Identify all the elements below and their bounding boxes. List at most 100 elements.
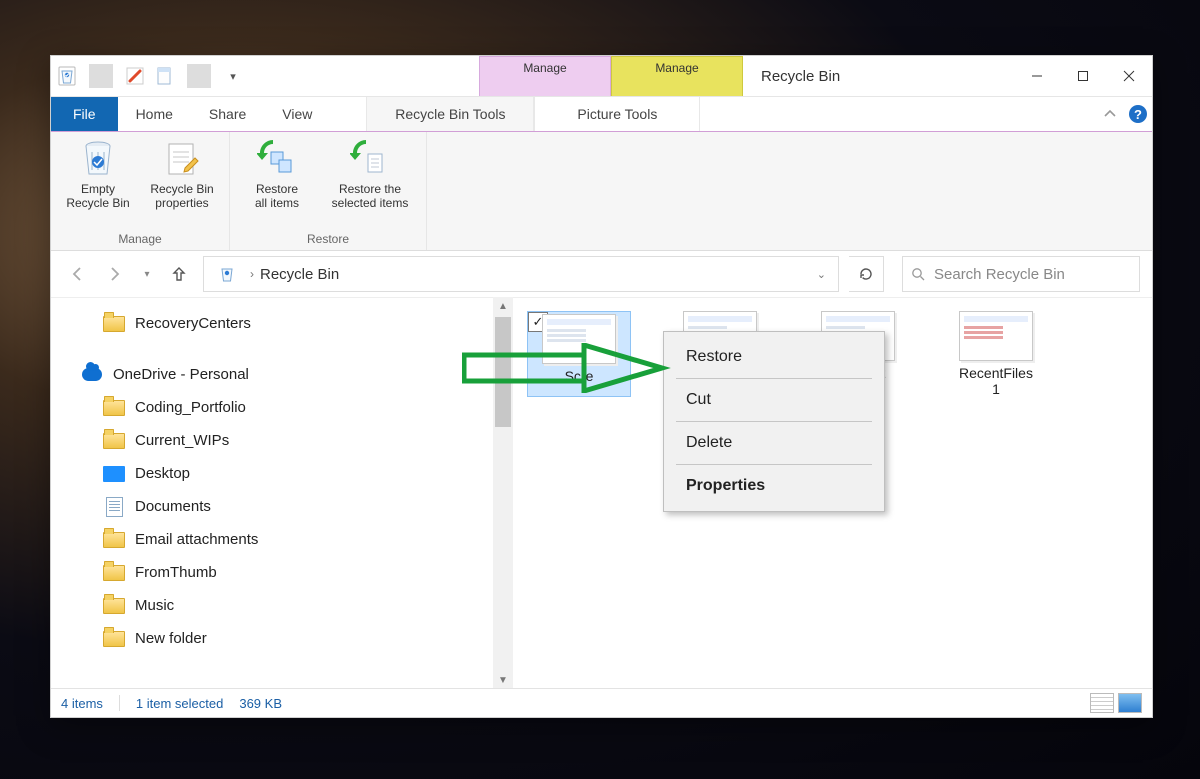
tree-item[interactable]: FromThumb bbox=[81, 556, 493, 589]
content-area: RecoveryCenters OneDrive - Personal Codi… bbox=[51, 297, 1152, 689]
button-label: Restoreall items bbox=[255, 182, 299, 210]
recycle-bin-icon bbox=[55, 64, 79, 88]
up-button[interactable] bbox=[165, 260, 193, 288]
file-item-selected[interactable]: ✓ Scre bbox=[527, 311, 631, 397]
tree-item[interactable]: Documents bbox=[81, 490, 493, 523]
search-icon bbox=[911, 267, 926, 282]
tab-share[interactable]: Share bbox=[191, 97, 264, 131]
qat-dropdown-icon[interactable]: ▾ bbox=[221, 64, 245, 88]
folder-icon bbox=[103, 430, 125, 452]
collapse-ribbon-icon[interactable] bbox=[1096, 97, 1124, 131]
menu-item-cut[interactable]: Cut bbox=[664, 381, 884, 419]
tree-item-label: Coding_Portfolio bbox=[135, 399, 246, 416]
restore-all-items-button[interactable]: Restoreall items bbox=[238, 136, 316, 230]
status-bar: 4 items 1 item selected 369 KB bbox=[51, 688, 1152, 717]
ribbon: EmptyRecycle Bin Recycle Binproperties M… bbox=[51, 132, 1152, 251]
tree-item-label: RecoveryCenters bbox=[135, 315, 251, 332]
tab-recycle-bin-tools[interactable]: Recycle Bin Tools bbox=[366, 97, 534, 131]
folder-icon bbox=[103, 595, 125, 617]
search-placeholder: Search Recycle Bin bbox=[934, 266, 1065, 283]
tree-item[interactable]: RecoveryCenters bbox=[81, 307, 493, 340]
tree-item-label: Current_WIPs bbox=[135, 432, 229, 449]
window-controls bbox=[1014, 56, 1152, 96]
help-button[interactable]: ? bbox=[1124, 97, 1152, 131]
restore-selected-items-button[interactable]: Restore theselected items bbox=[322, 136, 418, 230]
thumbnail-preview bbox=[959, 311, 1033, 361]
forward-button[interactable] bbox=[101, 260, 129, 288]
thumbnails-view-button[interactable] bbox=[1118, 693, 1142, 713]
refresh-button[interactable] bbox=[849, 256, 884, 292]
scroll-down-icon[interactable]: ▼ bbox=[493, 671, 513, 689]
search-box[interactable]: Search Recycle Bin bbox=[902, 256, 1140, 292]
folder-icon bbox=[103, 562, 125, 584]
maximize-button[interactable] bbox=[1060, 56, 1106, 96]
folder-icon bbox=[103, 397, 125, 419]
tab-home[interactable]: Home bbox=[118, 97, 191, 131]
navigation-tree[interactable]: RecoveryCenters OneDrive - Personal Codi… bbox=[51, 297, 493, 689]
explorer-window: ▾ Manage Manage Recycle Bin File Home Sh… bbox=[50, 55, 1153, 718]
menu-item-restore[interactable]: Restore bbox=[664, 338, 884, 376]
scroll-up-icon[interactable]: ▲ bbox=[493, 297, 513, 315]
tree-item[interactable]: Desktop bbox=[81, 457, 493, 490]
tree-item-label: Desktop bbox=[135, 465, 190, 482]
status-size: 369 KB bbox=[239, 696, 282, 711]
recycle-bin-empty-icon bbox=[78, 140, 118, 180]
ribbon-group-restore: Restoreall items Restore theselected ite… bbox=[230, 132, 427, 250]
tree-item-label: Music bbox=[135, 597, 174, 614]
ribbon-group-manage: EmptyRecycle Bin Recycle Binproperties M… bbox=[51, 132, 230, 250]
context-header-picture-tools[interactable]: Manage bbox=[611, 56, 743, 96]
tab-view[interactable]: View bbox=[264, 97, 330, 131]
ribbon-tabs: File Home Share View Recycle Bin Tools P… bbox=[51, 97, 1152, 132]
tab-file[interactable]: File bbox=[51, 97, 118, 131]
tree-item[interactable]: Email attachments bbox=[81, 523, 493, 556]
chevron-down-icon[interactable]: ⌄ bbox=[811, 268, 832, 281]
context-tab-headers: Manage Manage bbox=[479, 56, 743, 96]
recent-locations-button[interactable]: ▾ bbox=[139, 260, 155, 288]
restore-all-icon bbox=[257, 140, 297, 180]
tree-scrollbar[interactable]: ▲ ▼ bbox=[493, 297, 513, 689]
tree-item-label: Documents bbox=[135, 498, 211, 515]
tree-item[interactable]: New folder bbox=[81, 622, 493, 655]
view-toggle bbox=[1090, 693, 1142, 713]
minimize-button[interactable] bbox=[1014, 56, 1060, 96]
status-selection: 1 item selected bbox=[136, 696, 223, 711]
menu-separator bbox=[676, 464, 872, 465]
back-button[interactable] bbox=[63, 260, 91, 288]
window-title: Recycle Bin bbox=[743, 56, 1014, 96]
file-item[interactable]: RecentFiles 1 bbox=[947, 311, 1045, 397]
qat-properties-icon[interactable] bbox=[123, 64, 147, 88]
help-icon: ? bbox=[1129, 105, 1147, 123]
tree-item-label: OneDrive - Personal bbox=[113, 366, 249, 383]
scrollbar-thumb[interactable] bbox=[495, 317, 511, 427]
tree-item-onedrive[interactable]: OneDrive - Personal bbox=[81, 358, 493, 391]
file-label: Scre bbox=[565, 368, 594, 384]
tree-item-label: New folder bbox=[135, 630, 207, 647]
items-pane[interactable]: ✓ Scre reenshot _2 RecentFiles 1 bbox=[513, 297, 1152, 689]
document-icon bbox=[103, 496, 125, 518]
empty-recycle-bin-button[interactable]: EmptyRecycle Bin bbox=[59, 136, 137, 230]
recycle-bin-properties-button[interactable]: Recycle Binproperties bbox=[143, 136, 221, 230]
restore-selected-icon bbox=[350, 140, 390, 180]
address-bar[interactable]: › Recycle Bin ⌄ bbox=[203, 256, 839, 292]
onedrive-icon bbox=[81, 364, 103, 386]
details-view-button[interactable] bbox=[1090, 693, 1114, 713]
navigation-bar: ▾ › Recycle Bin ⌄ Search Recycle Bin bbox=[51, 251, 1152, 298]
button-label: EmptyRecycle Bin bbox=[66, 182, 129, 210]
group-name: Restore bbox=[307, 230, 349, 248]
tree-item[interactable]: Current_WIPs bbox=[81, 424, 493, 457]
chevron-right-icon[interactable]: › bbox=[244, 267, 260, 281]
close-button[interactable] bbox=[1106, 56, 1152, 96]
context-header-recycle-bin-tools[interactable]: Manage bbox=[479, 56, 611, 96]
status-item-count: 4 items bbox=[61, 696, 103, 711]
tree-item[interactable]: Coding_Portfolio bbox=[81, 391, 493, 424]
recycle-bin-crumb-icon bbox=[216, 263, 238, 285]
breadcrumb-location[interactable]: Recycle Bin bbox=[260, 266, 339, 283]
menu-item-delete[interactable]: Delete bbox=[664, 424, 884, 462]
menu-item-properties[interactable]: Properties bbox=[664, 467, 884, 505]
tree-item-label: Email attachments bbox=[135, 531, 258, 548]
folder-icon bbox=[103, 529, 125, 551]
file-label: RecentFiles 1 bbox=[959, 365, 1033, 397]
qat-doc-icon[interactable] bbox=[153, 64, 177, 88]
tab-picture-tools[interactable]: Picture Tools bbox=[534, 97, 700, 131]
tree-item[interactable]: Music bbox=[81, 589, 493, 622]
